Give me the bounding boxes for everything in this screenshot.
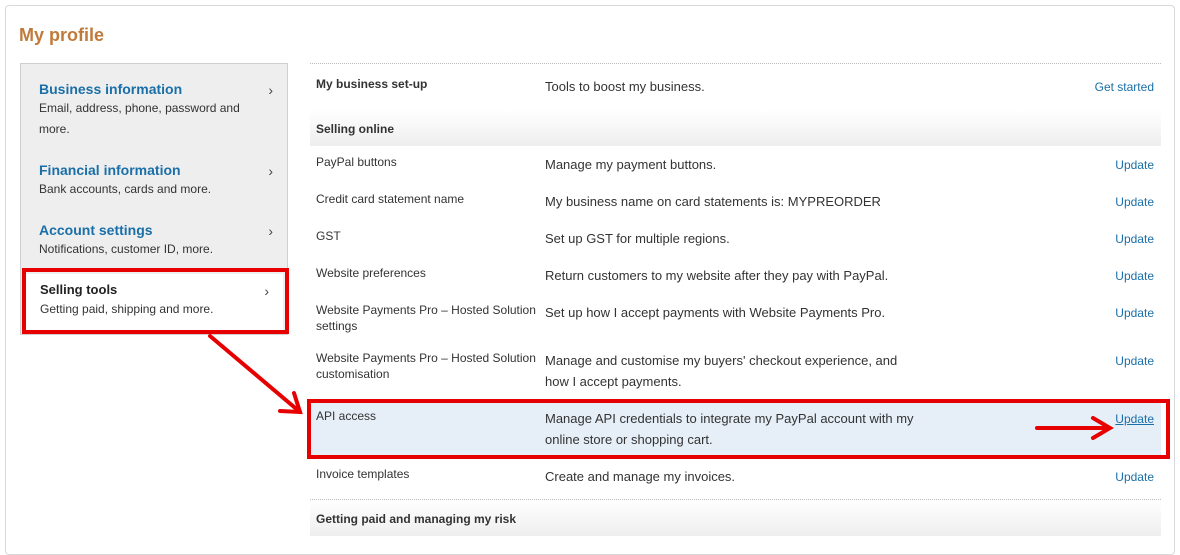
table-row-api-access: API access Manage API credentials to int… (310, 402, 1161, 459)
table-row: Website preferences Return customers to … (310, 259, 1161, 296)
sidebar-item-title: Account settings (39, 222, 153, 238)
update-link[interactable]: Update (1115, 269, 1154, 283)
row-desc: Set up GST for multiple regions. (545, 231, 730, 246)
table-row: Website Payments Pro – Hosted Solution c… (310, 344, 1161, 401)
chevron-right-icon: › (264, 283, 269, 299)
sidebar-item-desc: Notifications, customer ID, more. (39, 242, 214, 256)
row-label: Website Payments Pro – Hosted Solution s… (316, 303, 536, 333)
sidebar-item-desc: Bank accounts, cards and more. (39, 182, 212, 196)
sidebar-item-title: Selling tools (40, 282, 118, 297)
update-link[interactable]: Update (1115, 232, 1154, 246)
table-row: Website Payments Pro – Hosted Solution s… (310, 296, 1161, 344)
sidebar-item-title: Business information (39, 81, 183, 97)
section-title: Selling online (316, 122, 395, 136)
get-started-link[interactable]: Get started (1095, 80, 1154, 94)
chevron-right-icon: › (268, 82, 273, 98)
chevron-right-icon: › (268, 163, 273, 179)
update-link[interactable]: Update (1115, 306, 1154, 320)
row-desc: My business name on card statements is: … (545, 194, 881, 209)
table-row: Invoice templates Create and manage my i… (310, 460, 1161, 497)
row-desc: Tools to boost my business. (545, 79, 705, 94)
section-header-selling-online: Selling online (310, 110, 1161, 146)
section-title: Getting paid and managing my risk (316, 512, 517, 526)
row-label: API access (316, 409, 377, 423)
sidebar-item-business-information[interactable]: Business information Email, address, pho… (21, 80, 287, 140)
row-desc: Set up how I accept payments with Websit… (545, 305, 886, 320)
row-label: Credit card statement name (316, 192, 465, 206)
update-link[interactable]: Update (1115, 195, 1154, 209)
row-label: My business set-up (316, 77, 428, 91)
row-desc: Create and manage my invoices. (545, 469, 736, 484)
sidebar: Business information Email, address, pho… (20, 63, 288, 335)
row-desc: Manage and customise my buyers' checkout… (545, 353, 898, 389)
row-label: PayPal buttons (316, 155, 397, 169)
table-row: PayPal buttons Manage my payment buttons… (310, 148, 1161, 185)
sidebar-item-desc: Getting paid, shipping and more. (40, 302, 214, 316)
row-desc: Return customers to my website after the… (545, 268, 889, 283)
table-row-business-setup: My business set-up Tools to boost my bus… (310, 63, 1161, 109)
chevron-right-icon: › (268, 223, 273, 239)
row-label: Invoice templates (316, 467, 410, 481)
row-desc: Manage API credentials to integrate my P… (545, 411, 914, 447)
update-link[interactable]: Update (1115, 354, 1154, 368)
page-title: My profile (19, 25, 105, 45)
row-label: Website Payments Pro – Hosted Solution c… (316, 351, 536, 381)
sidebar-item-desc: Email, address, phone, password and more… (39, 101, 240, 136)
api-access-update-link[interactable]: Update (1115, 412, 1154, 426)
sidebar-item-financial-information[interactable]: Financial information Bank accounts, car… (21, 161, 287, 200)
row-label: GST (316, 229, 341, 243)
sidebar-item-selling-tools[interactable]: Selling tools Getting paid, shipping and… (25, 274, 283, 334)
table-row: GST Set up GST for multiple regions. Upd… (310, 222, 1161, 259)
table-row: Credit card statement name My business n… (310, 185, 1161, 222)
section-header-getting-paid: Getting paid and managing my risk (310, 500, 1161, 536)
sidebar-item-account-settings[interactable]: Account settings Notifications, customer… (21, 221, 287, 260)
row-label: Website preferences (316, 266, 426, 280)
row-desc: Manage my payment buttons. (545, 157, 717, 172)
update-link[interactable]: Update (1115, 470, 1154, 484)
update-link[interactable]: Update (1115, 158, 1154, 172)
sidebar-item-title: Financial information (39, 162, 181, 178)
